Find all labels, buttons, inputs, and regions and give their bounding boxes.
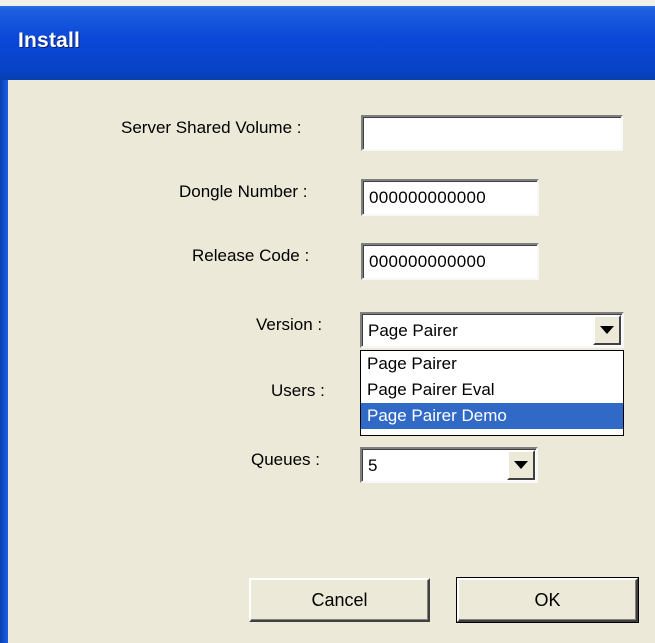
version-option-page-pairer[interactable]: Page Pairer — [361, 351, 623, 377]
dongle-number-field[interactable] — [361, 179, 539, 216]
queues-label: Queues : — [251, 450, 320, 469]
queues-selected-value: 5 — [368, 456, 378, 475]
release-code-field[interactable] — [361, 243, 539, 280]
server-shared-volume-field[interactable] — [361, 115, 623, 151]
version-selected-value: Page Pairer — [368, 321, 458, 340]
server-shared-volume-label: Server Shared Volume : — [121, 118, 302, 137]
chevron-down-icon — [514, 461, 528, 469]
server-shared-volume-input[interactable] — [369, 124, 621, 144]
version-dropdown-button[interactable] — [593, 315, 621, 345]
cancel-button[interactable]: Cancel — [249, 578, 430, 622]
chevron-down-icon — [600, 326, 614, 334]
version-option-page-pairer-demo[interactable]: Page Pairer Demo — [361, 403, 623, 429]
queues-dropdown-button[interactable] — [507, 450, 535, 480]
title-bar[interactable]: Install — [0, 0, 655, 80]
release-code-label: Release Code : — [192, 246, 310, 265]
dongle-number-label: Dongle Number : — [179, 182, 308, 201]
version-label: Version : — [256, 315, 323, 334]
users-label: Users : — [271, 381, 325, 400]
version-dropdown-list[interactable]: Page Pairer Page Pairer Eval Page Pairer… — [360, 350, 624, 436]
version-option-page-pairer-eval[interactable]: Page Pairer Eval — [361, 377, 623, 403]
ok-button[interactable]: OK — [456, 577, 639, 623]
dongle-number-input[interactable] — [369, 188, 537, 208]
window-frame-left — [0, 80, 8, 643]
window-frame-top — [0, 0, 655, 6]
release-code-input[interactable] — [369, 252, 537, 272]
queues-combobox[interactable]: 5 — [360, 447, 538, 483]
version-combobox[interactable]: Page Pairer — [360, 312, 624, 348]
window-title: Install — [18, 29, 81, 52]
